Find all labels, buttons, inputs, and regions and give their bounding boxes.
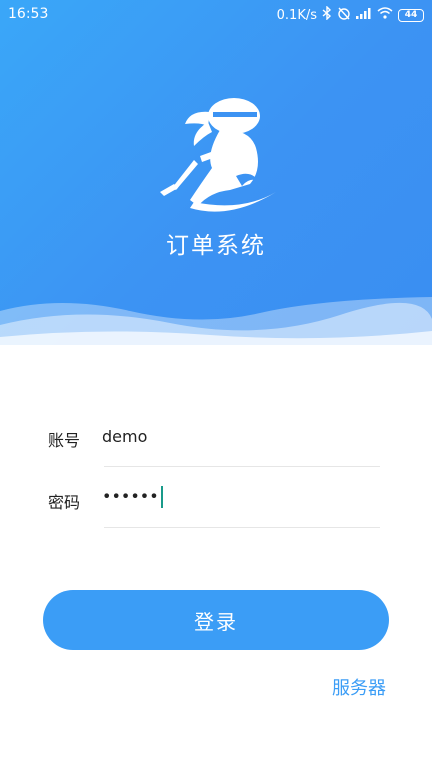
password-label: 密码: [48, 493, 81, 512]
password-underline: [104, 527, 380, 528]
signal-icon: [356, 7, 372, 23]
alarm-off-icon: [337, 6, 351, 24]
password-masked-text: ••••••: [102, 486, 159, 506]
bluetooth-icon: [322, 5, 332, 24]
status-icons: 0.1K/s 44: [276, 5, 424, 24]
app-title: 订单系统: [166, 233, 266, 259]
account-input[interactable]: demo: [102, 427, 147, 446]
wifi-icon: [377, 7, 393, 23]
login-button[interactable]: 登录: [43, 590, 389, 650]
wave-decoration: [0, 297, 432, 345]
account-underline: [104, 466, 380, 467]
battery-icon: 44: [398, 8, 424, 22]
ninja-logo-icon: [150, 96, 280, 220]
status-time: 16:53: [8, 6, 49, 22]
text-caret: [160, 486, 163, 508]
password-input[interactable]: ••••••: [102, 486, 163, 508]
server-settings-link[interactable]: 服务器: [332, 674, 386, 700]
network-speed: 0.1K/s: [276, 7, 317, 23]
status-bar: 16:53 0.1K/s 44: [0, 0, 432, 30]
header-banner: 16:53 0.1K/s 44 订单系统: [0, 0, 432, 345]
account-label: 账号: [48, 431, 81, 450]
